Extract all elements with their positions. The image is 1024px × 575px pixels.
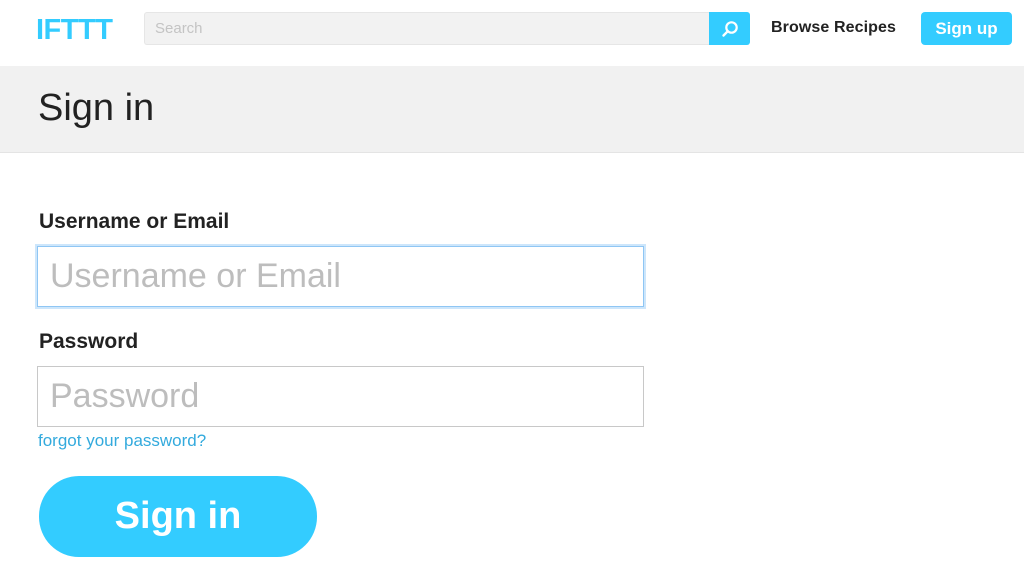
- browse-recipes-link[interactable]: Browse Recipes: [771, 19, 896, 37]
- search-button[interactable]: [709, 12, 750, 45]
- sign-up-button[interactable]: Sign up: [921, 12, 1012, 45]
- svg-text:IFTTT: IFTTT: [36, 14, 113, 44]
- search-icon: [721, 20, 738, 37]
- page-title: Sign in: [38, 87, 155, 129]
- forgot-password-link[interactable]: forgot your password?: [38, 431, 206, 451]
- sign-in-button[interactable]: Sign in: [39, 476, 317, 557]
- search-input[interactable]: [144, 12, 709, 45]
- ifttt-logo[interactable]: IFTTT: [36, 14, 126, 44]
- search-bar: [144, 12, 750, 45]
- password-label: Password: [39, 330, 139, 353]
- top-navigation-bar: IFTTT Browse Recipes Sign up: [0, 0, 1024, 66]
- username-field[interactable]: [37, 246, 644, 307]
- password-field[interactable]: [37, 366, 644, 427]
- username-label: Username or Email: [39, 210, 230, 233]
- page-title-band: Sign in: [0, 66, 1024, 153]
